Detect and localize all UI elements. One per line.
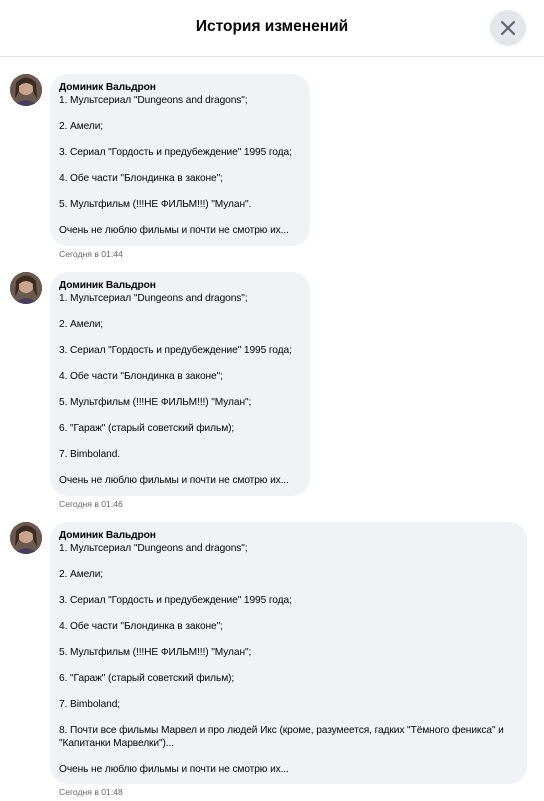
message-line: 7. Bimboland. — [59, 449, 120, 460]
message-bubble: Доминик Вальдрон 1. Мультсериал "Dungeon… — [50, 74, 310, 246]
message-line: 6. "Гараж" (старый советский фильм); — [59, 673, 235, 684]
author-name[interactable]: Доминик Вальдрон — [59, 529, 517, 542]
timestamp: Сегодня в 01:48 — [59, 787, 123, 797]
message-line: 4. Обе части "Блондинка в законе"; — [59, 371, 223, 382]
avatar[interactable] — [10, 522, 42, 554]
message-line: 7. Bimboland; — [59, 699, 120, 710]
message-line: Очень не люблю фильмы и почти не смотрю … — [59, 475, 289, 486]
avatar[interactable] — [10, 272, 42, 304]
message-line: 2. Амели; — [59, 121, 104, 132]
avatar[interactable] — [10, 74, 42, 106]
message-line: 4. Обе части "Блондинка в законе"; — [59, 621, 223, 632]
timestamp: Сегодня в 01:46 — [59, 499, 123, 509]
message-line: 3. Сериал "Гордость и предубеждение" 199… — [59, 595, 292, 606]
message-line: 5. Мультфильм (!!!НЕ ФИЛЬМ!!!) "Мулан"; — [59, 647, 252, 658]
dialog-header: История изменений — [0, 0, 544, 57]
message-bubble: Доминик Вальдрон 1. Мультсериал "Dungeon… — [50, 522, 527, 784]
author-name[interactable]: Доминик Вальдрон — [59, 279, 300, 292]
message-line: 3. Сериал "Гордость и предубеждение" 199… — [59, 345, 292, 356]
message-line: Очень не люблю фильмы и почти не смотрю … — [59, 225, 289, 236]
message-bubble: Доминик Вальдрон 1. Мультсериал "Dungeon… — [50, 272, 310, 496]
message-line: 4. Обе части "Блондинка в законе"; — [59, 173, 223, 184]
message-line: 6. "Гараж" (старый советский фильм); — [59, 423, 235, 434]
message-line: 5. Мультфильм (!!!НЕ ФИЛЬМ!!!) "Мулан". — [59, 199, 252, 210]
message-line: 5. Мультфильм (!!!НЕ ФИЛЬМ!!!) "Мулан"; — [59, 397, 252, 408]
message-line: 1. Мультсериал "Dungeons and dragons"; — [59, 543, 248, 554]
message-line: 1. Мультсериал "Dungeons and dragons"; — [59, 293, 248, 304]
close-icon — [500, 20, 516, 36]
message-line: 8. Почти все фильмы Марвел и про людей И… — [59, 725, 507, 749]
message-line: 2. Амели; — [59, 319, 104, 330]
message-line: 2. Амели; — [59, 569, 104, 580]
message-line: Очень не люблю фильмы и почти не смотрю … — [59, 764, 289, 775]
author-name[interactable]: Доминик Вальдрон — [59, 81, 300, 94]
message-line: 3. Сериал "Гордость и предубеждение" 199… — [59, 147, 292, 158]
message-line: 1. Мультсериал "Dungeons and dragons"; — [59, 95, 248, 106]
close-button[interactable] — [490, 10, 526, 46]
timestamp: Сегодня в 01:44 — [59, 249, 123, 259]
dialog-title: История изменений — [195, 18, 349, 35]
